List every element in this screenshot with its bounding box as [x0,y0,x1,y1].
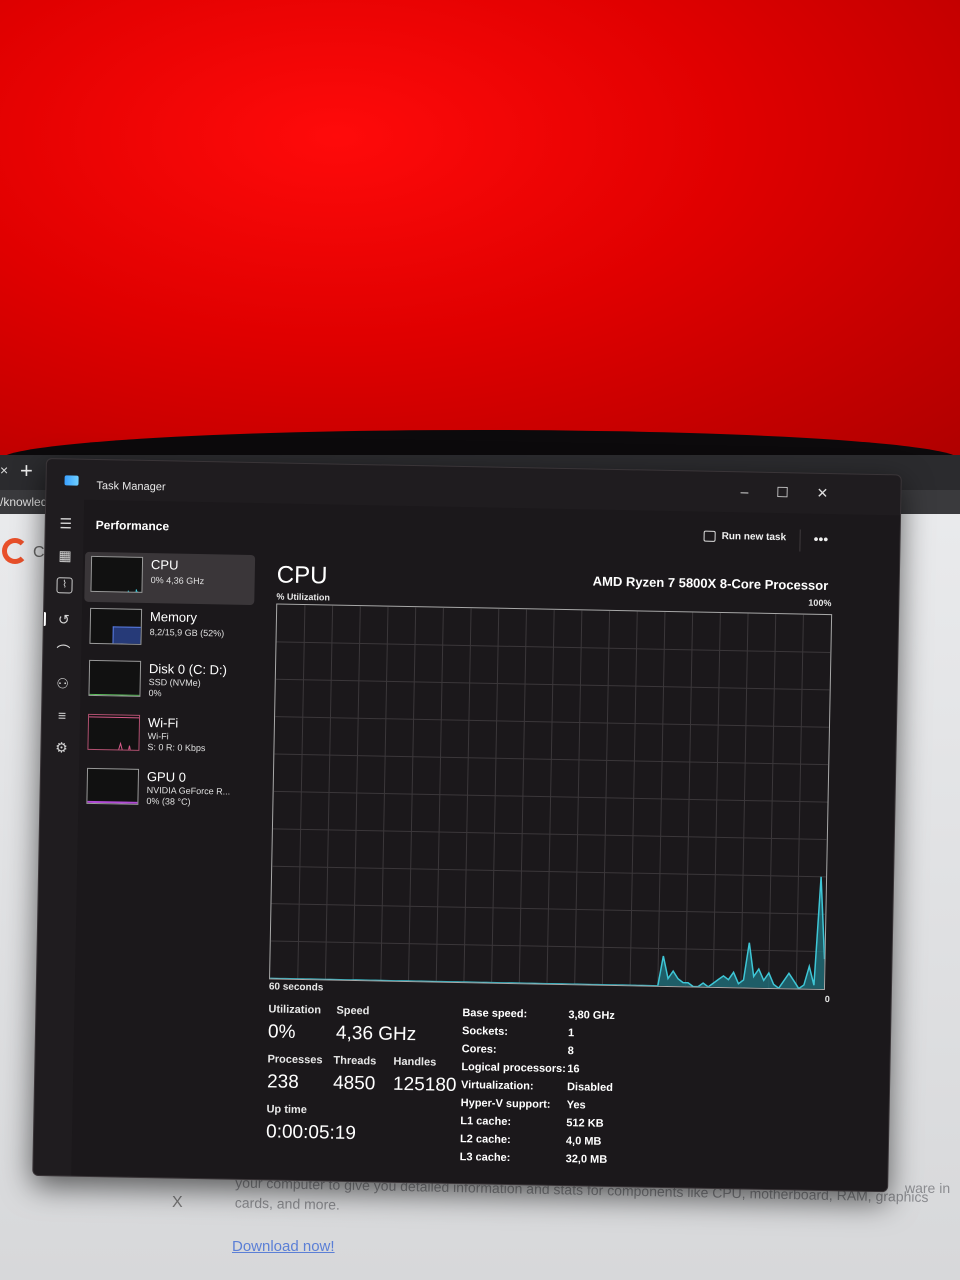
threads-value: 4850 [332,1072,376,1095]
spec-value: 16 [567,1063,580,1076]
processor-name: AMD Ryzen 7 5800X 8-Core Processor [592,573,829,594]
cpu-thumb-svg [91,583,144,593]
site-logo-text: C [33,544,45,561]
startup-icon[interactable]: ⌒ [53,641,73,661]
run-task-icon [703,530,716,542]
memory-thumbnail-graph [89,607,143,645]
wifi-thumb-svg [89,716,141,751]
disk-thumbnail-graph [88,659,142,697]
device-name: Wi-Fi [147,715,179,731]
more-options-button[interactable]: ••• [813,526,828,552]
wifi-thumbnail-graph [87,713,141,751]
utilization-value: 0% [267,1021,296,1043]
device-name: Disk 0 (C: D:) [148,661,228,678]
cpu-utilization-graph [269,603,833,991]
details-icon[interactable]: ≡ [52,705,72,725]
users-icon[interactable]: ⚇ [52,673,72,693]
threads-label: Threads [333,1054,377,1068]
device-detail-secondary: 0% (38 °C) [146,795,191,807]
download-link[interactable]: Download now! [232,1238,335,1255]
spec-key: Cores: [461,1043,497,1056]
browser-tab-close-icon[interactable]: × [0,462,8,478]
webpage-close-icon[interactable]: X [172,1194,183,1212]
performance-icon[interactable]: ⌇ [56,577,73,594]
run-new-task-label: Run new task [721,530,787,544]
gpu-thumbnail-graph [86,767,140,805]
device-detail: Wi-Fi [147,731,169,742]
spec-value: 512 KB [566,1117,604,1130]
resource-title: CPU [276,561,328,590]
spec-key: L1 cache: [460,1115,512,1129]
uptime-value: 0:00:05:19 [265,1121,357,1145]
performance-page: Performance Run new task ••• CPU 0% 4,36… [71,499,901,1192]
spec-value: Disabled [566,1081,613,1094]
utilization-axis-label: % Utilization [276,591,330,603]
device-detail: 0% 4,36 GHz [150,575,205,587]
device-detail: SSD (NVMe) [148,677,201,689]
device-item-memory[interactable]: Memory 8,2/15,9 GB (52%) [83,604,254,657]
device-detail-secondary: 0% [148,688,162,699]
spec-key: Sockets: [461,1025,509,1038]
time-span-label: 60 seconds [268,981,324,994]
minimize-button[interactable]: – [726,480,762,503]
browser-new-tab-icon[interactable]: + [20,458,33,484]
device-item-cpu[interactable]: CPU 0% 4,36 GHz [84,551,256,606]
services-icon[interactable]: ⚙ [51,737,71,757]
header-divider [799,529,801,552]
device-detail: 8,2/15,9 GB (52%) [149,627,225,639]
spec-value: 4,0 MB [565,1135,602,1148]
spec-value: 32,0 MB [565,1153,608,1166]
spec-key: L2 cache: [459,1133,511,1147]
task-manager-app-icon [64,475,79,486]
min-value-label: 0 [824,994,830,1005]
spec-key: Virtualization: [460,1079,534,1093]
spec-key: Base speed: [462,1007,528,1021]
hamburger-icon[interactable]: ☰ [56,513,76,533]
cpu-graph-svg [270,604,831,990]
processes-icon[interactable]: ▦ [55,545,75,565]
app-history-icon[interactable]: ↺ [54,609,74,629]
utilization-label: Utilization [268,1003,322,1017]
handles-value: 125180 [392,1073,457,1096]
handles-label: Handles [393,1055,437,1069]
spec-value: 1 [567,1027,575,1040]
device-item-wifi[interactable]: Wi-Fi Wi-Fi S: 0 R: 0 Kbps [81,710,252,763]
speed-value: 4,36 GHz [335,1022,417,1046]
background-wall [0,0,960,455]
graph-grid [270,604,831,989]
spec-key: L3 cache: [459,1151,511,1165]
close-button[interactable]: ✕ [804,482,840,505]
disk-thumb-line [89,693,142,696]
nav-active-indicator [42,611,47,627]
task-manager-window: Task Manager – ☐ ✕ ☰ ▦ ⌇ ↺ ⌒ ⚇ ≡ ⚙ Perfo… [32,458,902,1193]
webpage-body-text-right: ware in [905,1180,951,1196]
spec-value: 3,80 GHz [568,1009,615,1023]
device-name: CPU [150,557,179,573]
site-logo-icon [2,538,28,564]
processes-value: 238 [266,1071,299,1093]
device-name: GPU 0 [146,768,187,785]
device-item-gpu[interactable]: GPU 0 NVIDIA GeForce R... 0% (38 °C) [80,764,251,817]
speed-label: Speed [336,1004,370,1018]
uptime-label: Up time [266,1103,307,1117]
window-title: Task Manager [96,479,166,494]
spec-key: Logical processors: [461,1061,567,1076]
device-name: Memory [149,609,198,625]
cpu-thumbnail-graph [90,555,144,593]
device-detail-secondary: S: 0 R: 0 Kbps [147,742,206,754]
spec-key: Hyper-V support: [460,1097,551,1111]
device-detail: NVIDIA GeForce R... [146,784,231,797]
device-item-disk[interactable]: Disk 0 (C: D:) SSD (NVMe) 0% [82,656,253,709]
processes-label: Processes [267,1053,323,1067]
run-new-task-button[interactable]: Run new task [703,524,786,552]
maximize-button[interactable]: ☐ [764,481,800,504]
spec-value: Yes [566,1099,586,1112]
spec-value: 8 [567,1045,574,1058]
memory-thumb-fill [112,626,143,645]
page-title: Performance [95,517,170,534]
max-percent-label: 100% [808,597,832,609]
gpu-thumb-line [87,800,140,804]
